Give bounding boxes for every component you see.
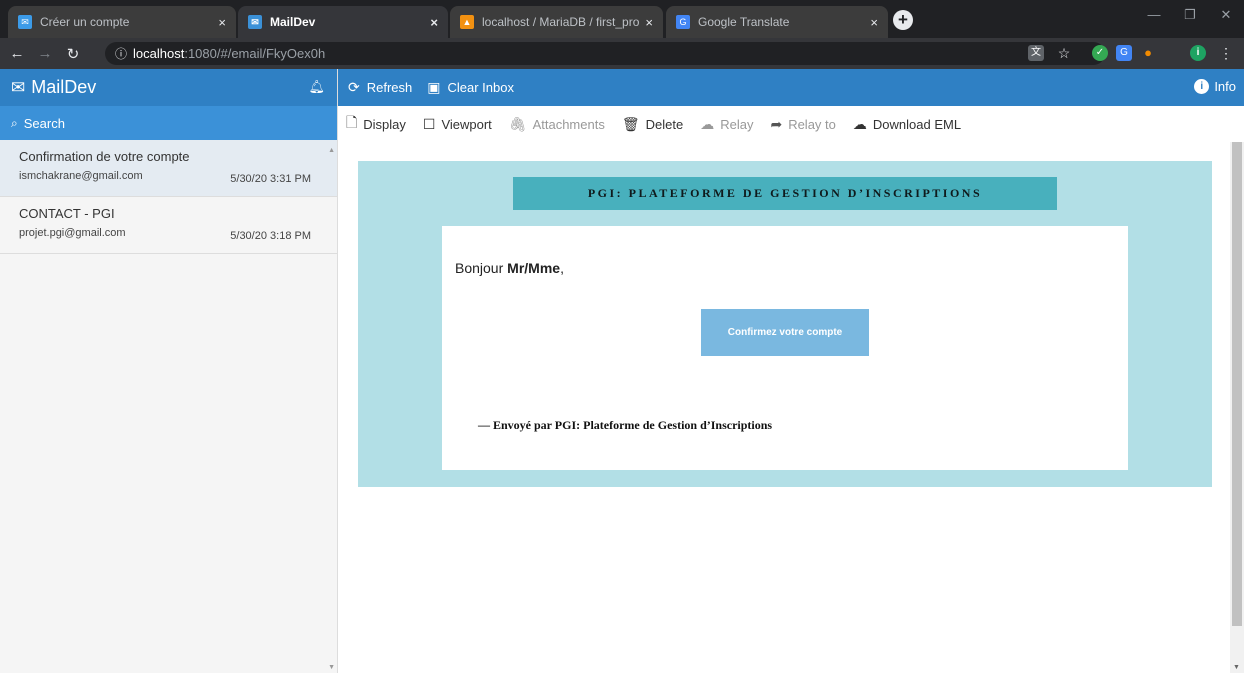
clear-inbox-button[interactable]: ▣ Clear Inbox [427, 79, 514, 96]
cloud-download-icon: ☁ [852, 115, 867, 132]
tab-title: MailDev [270, 15, 316, 29]
download-eml-label: Download EML [872, 116, 962, 132]
translate-favicon-icon: G [676, 15, 690, 29]
address-bar[interactable]: ⓘ localhost:1080/#/email/FkyOex0h [105, 42, 1105, 65]
mail-subject: Confirmation de votre compte [19, 149, 190, 164]
display-label: Display [363, 116, 406, 132]
search-box[interactable]: ⌕ Search [0, 106, 337, 140]
search-label: Search [23, 115, 65, 131]
brand-bar: ✉ MailDev 🔔︎ [0, 69, 337, 106]
back-arrow-icon[interactable]: ← [6, 45, 28, 62]
forward-icon: ➦ [770, 115, 783, 132]
bookmark-star-icon[interactable]: ☆ [1056, 45, 1072, 61]
translate-page-icon[interactable]: 文 [1028, 45, 1044, 61]
tab-phpmyadmin[interactable]: ▲ localhost / MariaDB / first_proj / × [450, 6, 663, 38]
refresh-button[interactable]: ⟳ Refresh [348, 79, 412, 96]
tab-creer-compte[interactable]: ✉ Créer un compte × [8, 6, 236, 38]
inbox-icon: ▣ [427, 79, 441, 95]
info-icon: i [1194, 79, 1210, 94]
confirm-account-button[interactable]: Confirmez votre compte [701, 309, 869, 356]
info-label: Info [1214, 79, 1236, 94]
greeting-suffix: , [560, 260, 564, 276]
viewport-icon: ☐ [422, 115, 436, 132]
search-icon: ⌕ [11, 115, 18, 130]
close-tab-icon[interactable]: × [870, 15, 878, 30]
relay-button[interactable]: ☁ Relay [700, 116, 753, 133]
tab-title: Google Translate [698, 15, 790, 29]
close-tab-icon[interactable]: × [218, 15, 226, 30]
paint-extension-icon[interactable]: ● [1140, 45, 1156, 61]
scroll-up-icon[interactable]: ▲ [328, 147, 335, 154]
envelope-favicon-icon: ✉ [18, 15, 32, 29]
browser-tab-strip: ✉ Créer un compte × ✉ MailDev × ▲ localh… [0, 0, 1244, 38]
relay-label: Relay [720, 116, 754, 132]
scrollbar-thumb[interactable] [1232, 142, 1242, 626]
mail-list-item[interactable]: Confirmation de votre compte ismchakrane… [0, 140, 337, 197]
app-title: MailDev [31, 77, 97, 97]
viewport-button[interactable]: ☐ Viewport [423, 116, 492, 133]
close-tab-icon[interactable]: × [430, 15, 438, 30]
envelope-icon: ✉ [11, 77, 26, 97]
mail-date: 5/30/20 3:31 PM [230, 173, 311, 185]
attachments-button[interactable]: 🖇︎ Attachments [509, 116, 605, 133]
display-button[interactable]: 🗋 Display [346, 112, 406, 136]
profile-avatar[interactable]: i [1190, 45, 1206, 61]
maildev-favicon-icon: ✉ [248, 15, 262, 29]
bell-icon[interactable]: 🔔︎ [308, 79, 325, 95]
restore-icon[interactable]: ❐ [1172, 0, 1208, 30]
mail-list-item[interactable]: CONTACT - PGI projet.pgi@gmail.com 5/30/… [0, 197, 337, 254]
tab-maildev[interactable]: ✉ MailDev × [238, 6, 448, 38]
scroll-down-icon[interactable]: ▼ [1233, 664, 1240, 671]
mail-date: 5/30/20 3:18 PM [230, 230, 311, 242]
email-signoff: — Envoyé par PGI: Plateforme de Gestion … [478, 418, 773, 432]
cloud-upload-icon: ☁ [700, 115, 715, 132]
url-host: localhost [133, 46, 185, 61]
tab-title: Créer un compte [40, 15, 130, 29]
reload-icon[interactable]: ↻ [62, 45, 84, 63]
shield-extension-icon[interactable]: ✓ [1092, 45, 1108, 61]
email-toolbar: 🗋 Display ☐ Viewport 🖇︎ Attachments 🗑︎ D… [338, 106, 1244, 142]
tab-google-translate[interactable]: G Google Translate × [666, 6, 888, 38]
new-tab-button[interactable]: + [893, 10, 913, 30]
refresh-label: Refresh [366, 80, 413, 95]
email-greeting: Bonjour Mr/Mme, [455, 260, 564, 276]
email-banner: PGI: PLATEFORME DE GESTION D’INSCRIPTION… [513, 177, 1057, 210]
url-path: :1080/#/email/FkyOex0h [184, 46, 326, 61]
close-window-icon[interactable]: ✕ [1208, 0, 1244, 30]
forward-arrow-icon[interactable]: → [34, 45, 56, 62]
translate-extension-icon[interactable]: G [1116, 45, 1132, 61]
greeting-prefix: Bonjour [455, 260, 508, 276]
delete-label: Delete [645, 116, 684, 132]
download-eml-button[interactable]: ☁ Download EML [853, 116, 961, 133]
info-circle-icon[interactable]: ⓘ [115, 45, 127, 62]
relay-to-label: Relay to [788, 116, 836, 132]
mail-subject: CONTACT - PGI [19, 206, 115, 221]
greeting-name: Mr/Mme [507, 260, 561, 276]
tab-title: localhost / MariaDB / first_proj / [482, 15, 640, 29]
preview-scrollbar[interactable]: ▼ [1230, 142, 1244, 673]
viewport-label: Viewport [441, 116, 492, 132]
relay-to-button[interactable]: ➦ Relay to [770, 116, 835, 133]
clear-inbox-label: Clear Inbox [447, 80, 514, 95]
paperclip-icon: 🖇︎ [508, 115, 527, 132]
info-button[interactable]: i Info [1194, 79, 1236, 94]
mail-sidebar: ✉ MailDev 🔔︎ ⌕ Search Confirmation de vo… [0, 69, 338, 673]
top-action-bar: ⟳ Refresh ▣ Clear Inbox i Info [338, 69, 1244, 106]
phpmyadmin-favicon-icon: ▲ [460, 15, 474, 29]
browser-menu-icon[interactable]: ⋮ [1218, 45, 1234, 61]
delete-button[interactable]: 🗑︎ Delete [622, 116, 683, 133]
trash-icon: 🗑︎ [621, 115, 640, 132]
refresh-icon: ⟳ [348, 79, 360, 95]
close-tab-icon[interactable]: × [645, 15, 653, 30]
attachments-label: Attachments [532, 116, 605, 132]
scroll-down-icon[interactable]: ▼ [328, 664, 335, 671]
document-icon: 🗋 [346, 114, 358, 130]
minimize-icon[interactable]: — [1136, 0, 1172, 30]
